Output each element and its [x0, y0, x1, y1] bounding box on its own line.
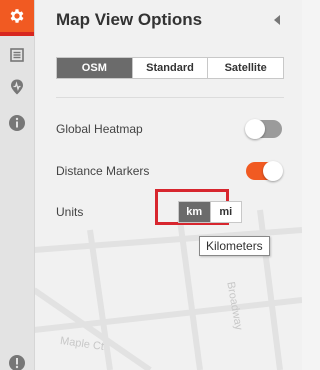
rail-item-settings[interactable] [0, 0, 34, 36]
global-heatmap-toggle[interactable] [245, 119, 282, 139]
rail-item-route[interactable] [0, 70, 34, 104]
units-selector: km mi [178, 201, 242, 223]
map-type-standard-button[interactable]: Standard [131, 58, 208, 78]
map-view-options-panel: Map View Options OSM Standard Satellite … [40, 0, 302, 370]
route-icon [11, 79, 23, 95]
map-type-selector: OSM Standard Satellite [56, 57, 284, 79]
divider [56, 97, 284, 98]
toggle-knob [245, 119, 265, 139]
rail-item-list[interactable] [0, 38, 34, 72]
units-mi-button[interactable]: mi [209, 202, 242, 222]
collapse-panel-icon[interactable] [274, 15, 280, 25]
alert-icon [9, 355, 25, 370]
map-type-satellite-button[interactable]: Satellite [207, 58, 283, 78]
units-km-button[interactable]: km [179, 202, 210, 222]
sidebar-rail [0, 0, 35, 370]
global-heatmap-label: Global Heatmap [56, 122, 143, 136]
list-icon [10, 48, 24, 62]
rail-item-alert[interactable] [0, 346, 34, 370]
units-tooltip: Kilometers [199, 236, 270, 256]
gear-icon [10, 9, 24, 23]
distance-markers-toggle[interactable] [246, 161, 283, 181]
info-icon [9, 115, 25, 131]
map-type-osm-button[interactable]: OSM [57, 58, 132, 78]
panel-title: Map View Options [56, 10, 203, 29]
rail-item-info[interactable] [0, 106, 34, 140]
units-label: Units [56, 205, 84, 219]
toggle-knob [263, 161, 283, 181]
distance-markers-label: Distance Markers [56, 164, 150, 178]
map-view-options-screen: Maple Ct Broadway Map View Options OSM S… [0, 0, 302, 370]
